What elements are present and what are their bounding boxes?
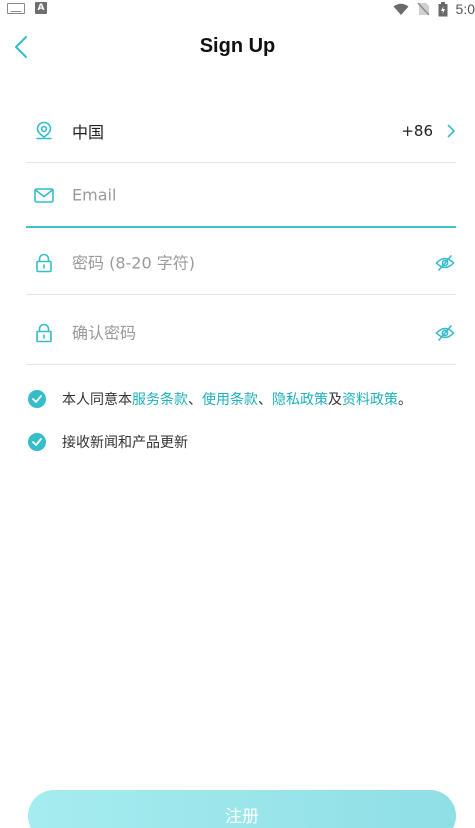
newsletter-label: 接收新闻和产品更新 [62, 435, 188, 451]
toggle-password-visibility[interactable] [434, 252, 456, 274]
confirm-password-row [26, 302, 456, 365]
lock-icon [34, 253, 54, 273]
password-row [26, 232, 456, 295]
page-title: Sign Up [199, 35, 276, 57]
terms-text: 本人同意本服务条款、使用条款、隐私政策及资料政策。 [62, 389, 412, 409]
country-selector[interactable]: 中国 +86 [26, 100, 456, 163]
terms-checkbox[interactable] [28, 390, 46, 408]
status-right: 5:0 [393, 0, 475, 18]
data-policy-link[interactable]: 资料政策 [342, 392, 398, 408]
wifi-icon [393, 3, 409, 15]
email-field[interactable] [72, 185, 392, 205]
country-code: +86 [401, 122, 433, 140]
sign-up-screen: A 5:0 Sign Up 中国 +86 Email 本人同意本服务条款、使用条… [0, 0, 475, 828]
terms-of-service-link[interactable]: 服务条款 [132, 392, 188, 408]
password-field[interactable] [72, 253, 392, 273]
terms-and: 及 [328, 392, 342, 408]
terms-separator: 、 [258, 392, 272, 408]
newsletter-checkbox[interactable] [28, 433, 46, 451]
country-name: 中国 [72, 123, 105, 142]
sign-up-button[interactable]: 注册 [28, 790, 456, 828]
battery-icon [438, 1, 448, 16]
chevron-right-icon [447, 124, 455, 138]
terms-end: 。 [398, 392, 412, 408]
terms-separator: 、 [188, 392, 202, 408]
eye-off-icon [435, 255, 455, 271]
location-pin-icon [34, 121, 54, 141]
check-icon [32, 395, 42, 403]
email-row [26, 164, 456, 228]
eye-off-icon [435, 325, 455, 341]
status-left: A [7, 2, 47, 14]
terms-of-use-link[interactable]: 使用条款 [202, 392, 258, 408]
lock-icon [34, 323, 54, 343]
country-code-group: +86 [401, 122, 456, 140]
keyboard-icon [7, 2, 25, 14]
terms-agreement: 本人同意本服务条款、使用条款、隐私政策及资料政策。 [28, 389, 412, 409]
envelope-icon [34, 185, 54, 205]
check-icon [32, 438, 42, 446]
terms-prefix: 本人同意本 [62, 392, 132, 408]
a-notification-icon: A [35, 2, 47, 14]
newsletter-agreement: 接收新闻和产品更新 [28, 432, 188, 452]
header: Sign Up [0, 28, 475, 68]
status-time: 5:0 [455, 1, 475, 17]
no-sim-icon [417, 2, 430, 16]
status-bar: A 5:0 [0, 0, 475, 18]
privacy-policy-link[interactable]: 隐私政策 [272, 392, 328, 408]
confirm-password-field[interactable] [72, 323, 392, 343]
toggle-confirm-password-visibility[interactable] [434, 322, 456, 344]
